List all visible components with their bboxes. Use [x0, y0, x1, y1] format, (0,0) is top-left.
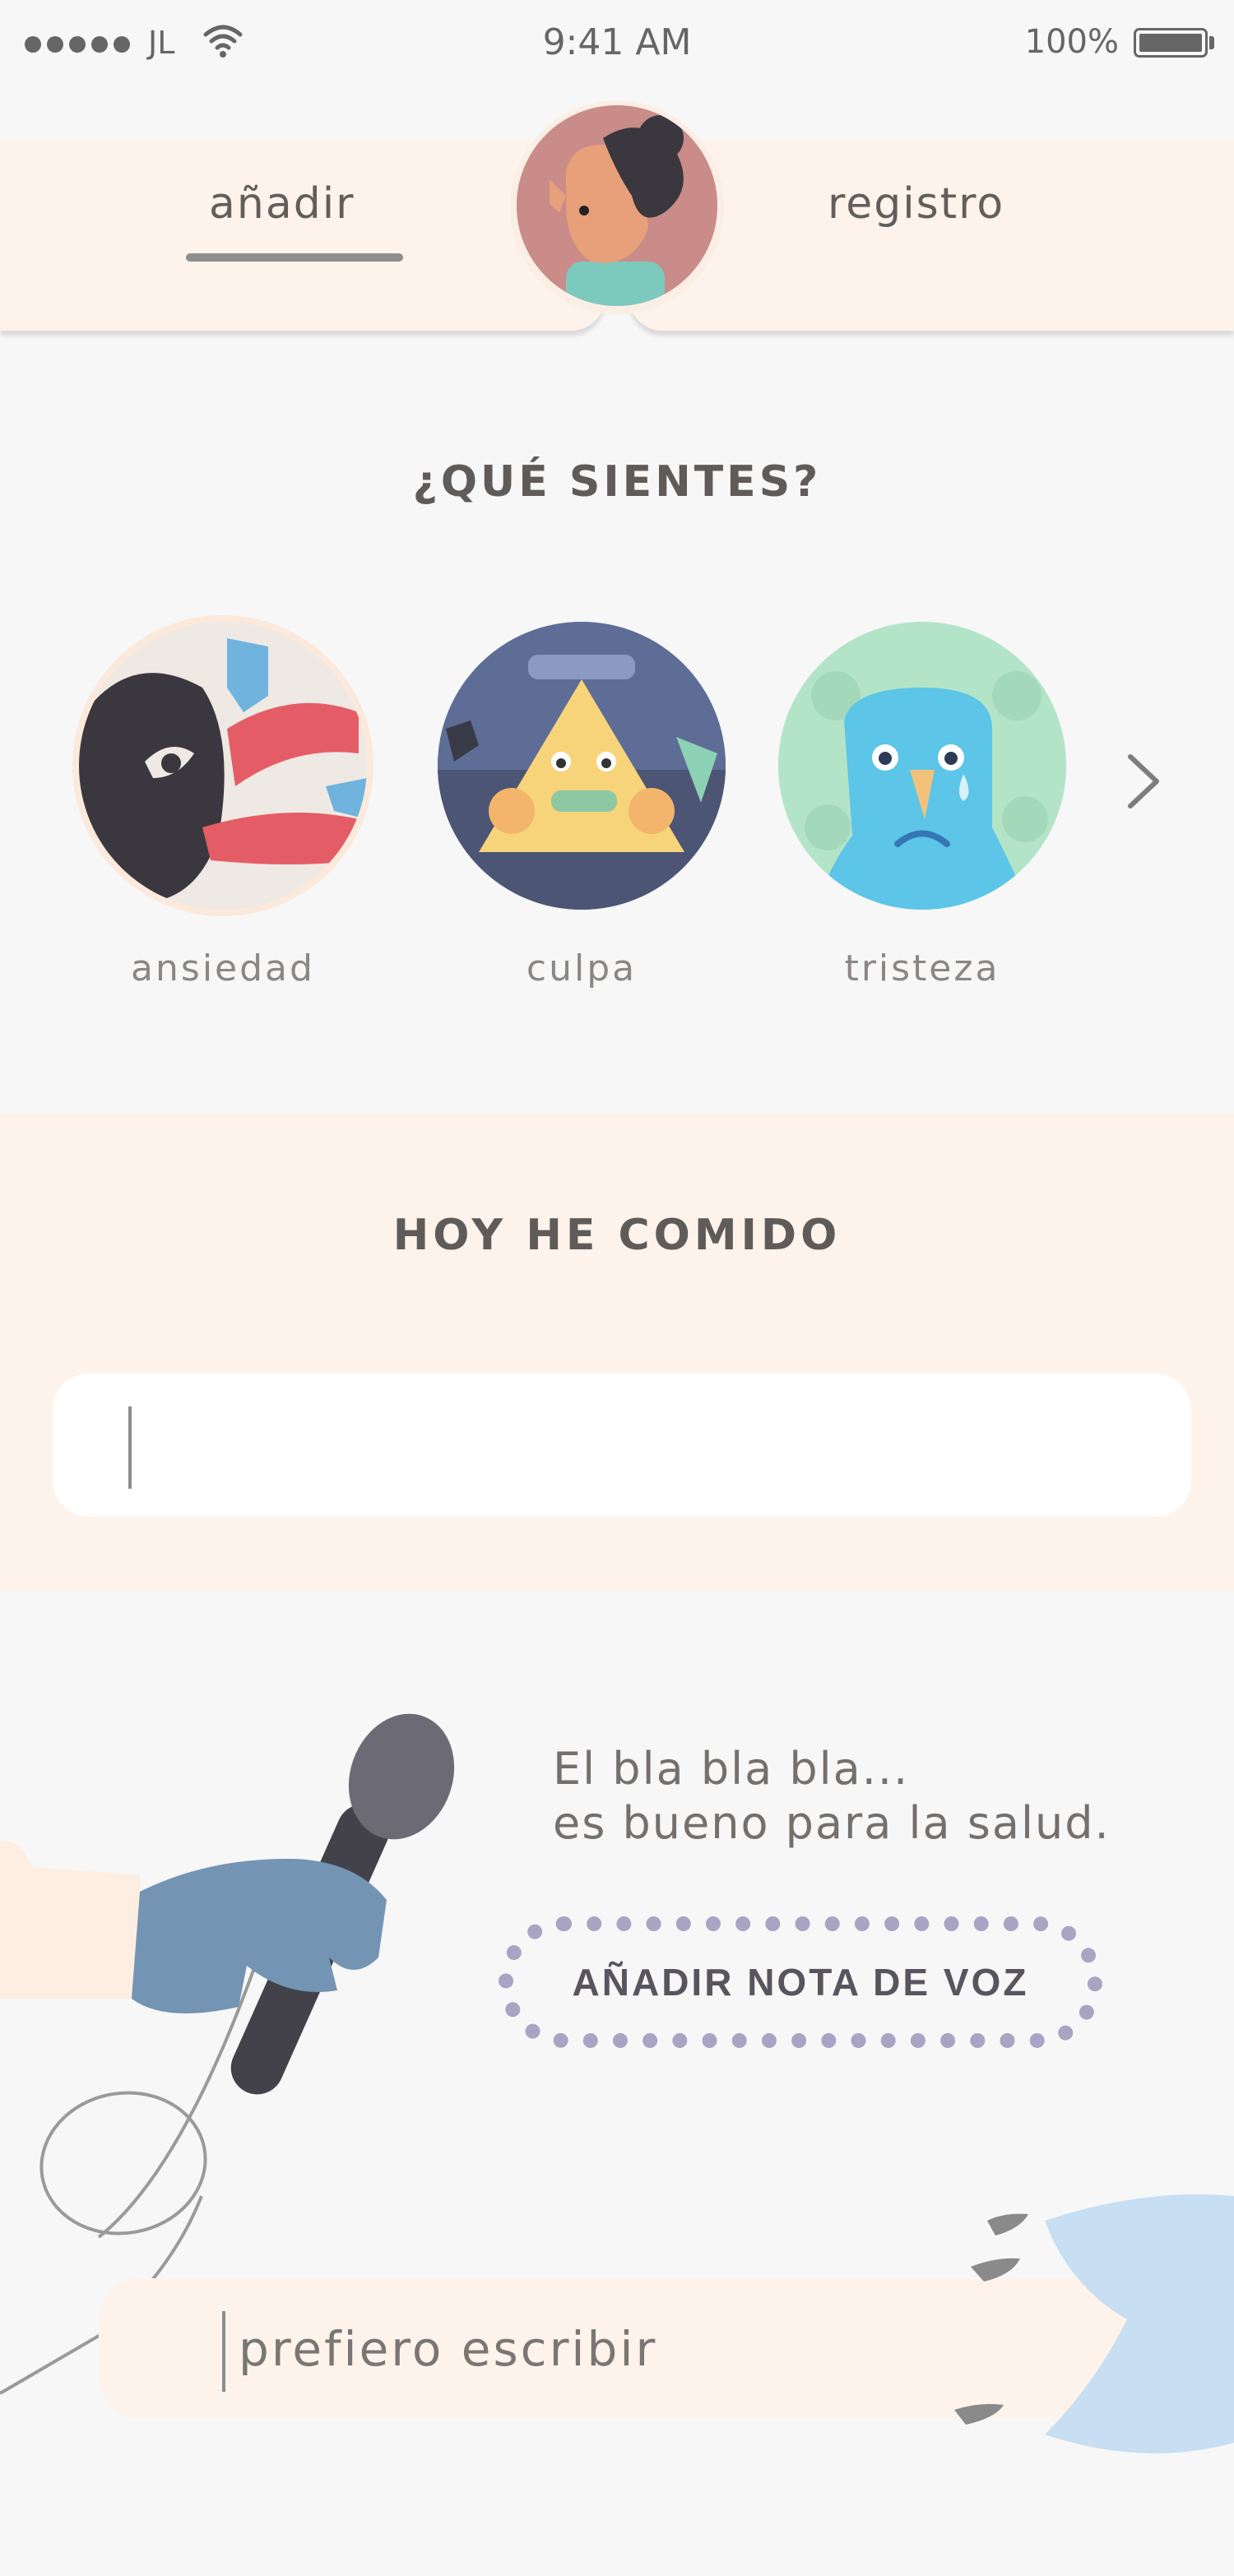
emotion-guilt[interactable] — [438, 622, 726, 910]
avatar[interactable] — [517, 105, 717, 306]
emotion-sadness[interactable] — [778, 622, 1066, 910]
text-caret — [222, 2311, 225, 2392]
emotion-anxiety-label[interactable]: ansiedad — [75, 947, 371, 989]
text-caret — [128, 1406, 132, 1489]
monster-hand-illustration — [954, 2194, 1234, 2453]
food-section — [0, 1114, 1234, 1591]
battery-tip — [1209, 36, 1214, 49]
chevron-right-icon[interactable] — [1119, 748, 1168, 814]
anxiety-illustration — [79, 622, 367, 910]
emotion-guilt-label[interactable]: culpa — [434, 947, 730, 989]
status-bar: JL 9:41 AM 100% — [0, 0, 1234, 90]
feelings-heading: ¿QUÉ SIENTES? — [412, 457, 822, 507]
voice-prompt-text: El bla bla bla... es bueno para la salud… — [553, 1743, 1111, 1849]
active-tab-indicator — [186, 253, 403, 262]
tab-log-label[interactable]: registro — [828, 179, 1004, 229]
guilt-illustration — [438, 622, 726, 910]
battery-icon — [1134, 28, 1208, 58]
tab-add-label[interactable]: añadir — [209, 179, 355, 229]
emotion-sadness-label[interactable]: tristeza — [774, 947, 1070, 989]
add-voice-note-button[interactable]: AÑADIR NOTA DE VOZ — [499, 1916, 1102, 2048]
food-input[interactable] — [53, 1374, 1191, 1517]
write-instead-label[interactable]: prefiero escribir — [239, 2321, 657, 2377]
sadness-illustration — [778, 622, 1066, 910]
battery-percent: 100% — [1024, 23, 1119, 61]
emotion-anxiety[interactable] — [79, 622, 367, 910]
avatar-illustration — [517, 105, 717, 306]
food-heading: HOY HE COMIDO — [392, 1211, 842, 1260]
